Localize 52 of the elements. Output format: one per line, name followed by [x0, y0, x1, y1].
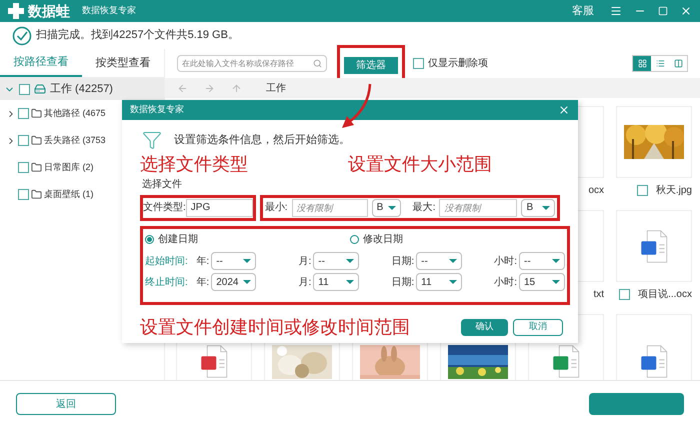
- confirm-button[interactable]: 确认: [461, 318, 508, 336]
- dropdown[interactable]: --: [211, 252, 256, 270]
- back-button[interactable]: 返回: [16, 393, 116, 415]
- date-mode-radio[interactable]: 创建日期: [145, 232, 350, 248]
- logo-text: 数据蛙: [28, 2, 70, 20]
- checkbox-label: 仅显示删除项: [428, 57, 488, 71]
- file-name: 项目说...ocx: [638, 288, 692, 302]
- dropdown[interactable]: --: [416, 252, 462, 270]
- file-name: txt: [593, 288, 604, 302]
- dialog-intro: 设置筛选条件信息，然后开始筛选。: [174, 132, 350, 148]
- time-label: 起始时间:: [145, 254, 189, 269]
- field-label: 最小:: [264, 200, 288, 216]
- section-label: 选择文件: [142, 178, 182, 192]
- dropdown[interactable]: 11: [416, 273, 462, 292]
- field-label: 小时:: [494, 254, 517, 269]
- field-label: 年:: [196, 254, 210, 269]
- support-link[interactable]: 客服: [572, 2, 594, 20]
- annotation-text: 设置文件大小范围: [348, 153, 492, 176]
- min-size-field[interactable]: 没有限制: [292, 198, 368, 217]
- field-label: 文件类型:: [143, 200, 186, 216]
- cancel-button[interactable]: 取消: [513, 318, 563, 336]
- dropdown[interactable]: 15: [519, 273, 565, 292]
- dropdown[interactable]: 11: [313, 273, 360, 292]
- search-field[interactable]: 在此处输入文件名称或保存路径: [177, 55, 327, 72]
- dropdown[interactable]: B: [521, 198, 555, 217]
- view-tab[interactable]: 按类型查看: [82, 49, 164, 77]
- field-label: 月:: [298, 276, 312, 290]
- dialog-title: 数据恢复专家: [130, 103, 184, 116]
- field-label: 日期:: [391, 254, 414, 269]
- file-type-field[interactable]: JPG: [186, 198, 253, 217]
- dropdown[interactable]: B: [372, 198, 401, 217]
- max-size-field[interactable]: 没有限制: [439, 198, 518, 217]
- dropdown[interactable]: 2024: [211, 273, 256, 292]
- field-label: 年:: [196, 276, 210, 290]
- time-label: 终止时间:: [145, 276, 189, 290]
- field-label: 小时:: [494, 276, 517, 290]
- dropdown[interactable]: --: [519, 252, 565, 270]
- tree-item[interactable]: 工作 (42257): [0, 78, 164, 100]
- filter-button[interactable]: 筛选器: [344, 56, 398, 74]
- file-name: ocx: [588, 184, 604, 198]
- current-path: 工作: [266, 82, 286, 96]
- scan-status: 扫描完成。找到42257个文件共5.19 GB。: [36, 28, 239, 44]
- field-label: 月:: [298, 254, 312, 269]
- dropdown[interactable]: --: [313, 252, 360, 270]
- date-mode-radio[interactable]: 修改日期: [350, 232, 555, 248]
- annotation-text: 选择文件类型: [140, 153, 249, 176]
- tree-item[interactable]: 丢失路径 (3753: [0, 127, 164, 154]
- file-name: 秋天.jpg: [656, 184, 692, 198]
- app-subtitle: 数据恢复专家: [82, 4, 136, 18]
- field-label: 最大:: [412, 200, 436, 216]
- annotation-text: 设置文件创建时间或修改时间范围: [140, 316, 410, 339]
- field-label: 日期:: [391, 276, 414, 290]
